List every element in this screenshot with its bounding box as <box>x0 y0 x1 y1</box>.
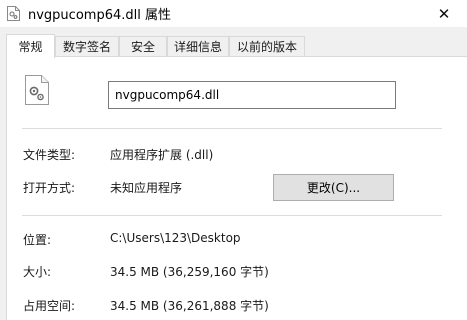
tab-details[interactable]: 详细信息 <box>167 36 229 56</box>
size-value: 34.5 MB (36,259,160 字节) <box>110 265 269 279</box>
close-button[interactable]: ✕ <box>421 0 467 27</box>
tab-previous-versions[interactable]: 以前的版本 <box>229 36 305 56</box>
change-button[interactable]: 更改(C)... <box>273 174 394 201</box>
location-value: C:\Users\123\Desktop <box>110 231 241 245</box>
tab-label: 常规 <box>18 40 43 54</box>
tab-label: 以前的版本 <box>236 40 297 54</box>
opens-with-label: 打开方式: <box>23 181 76 195</box>
tab-security[interactable]: 安全 <box>119 36 167 56</box>
size-label: 大小: <box>23 265 52 279</box>
file-type-icon <box>25 75 49 105</box>
dll-file-icon <box>7 6 20 21</box>
divider <box>22 215 442 216</box>
location-label: 位置: <box>23 233 52 247</box>
window-title: nvgpucomp64.dll 属性 <box>28 8 171 23</box>
tab-digital-signatures[interactable]: 数字签名 <box>55 36 119 56</box>
opens-with-value: 未知应用程序 <box>110 181 183 195</box>
tab-general[interactable]: 常规 <box>6 34 55 58</box>
file-type-value: 应用程序扩展 (.dll) <box>110 148 214 162</box>
tab-strip: 常规 数字签名 安全 详细信息 以前的版本 <box>6 34 467 58</box>
size-on-disk-label: 占用空间: <box>23 299 76 313</box>
close-icon: ✕ <box>437 4 451 23</box>
file-type-label: 文件类型: <box>23 148 76 162</box>
size-on-disk-value: 34.5 MB (36,261,888 字节) <box>110 299 269 313</box>
title-bar: nvgpucomp64.dll 属性 ✕ <box>0 0 467 27</box>
file-name-field[interactable] <box>108 81 396 109</box>
tab-label: 安全 <box>130 40 155 54</box>
tab-label: 详细信息 <box>173 40 222 54</box>
divider <box>22 128 442 129</box>
tab-label: 数字签名 <box>62 40 111 54</box>
